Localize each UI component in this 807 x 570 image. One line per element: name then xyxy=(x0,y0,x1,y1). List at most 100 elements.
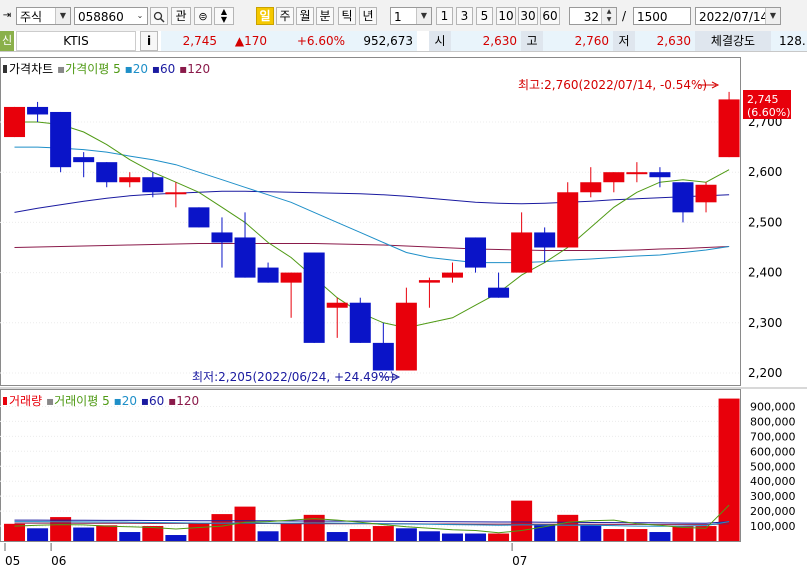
price-tick-label: 2,600 xyxy=(748,165,782,179)
toolbar: ⇥ 주식 ▼ 058860 ⌄ 관 ⊜ ▲ ▼ 일 주 월 분 틱 년 1 ▼ 1… xyxy=(0,0,807,32)
interest-button[interactable]: 관 xyxy=(171,7,191,25)
volume-bar xyxy=(280,523,302,541)
low-value: 2,630 xyxy=(635,31,695,51)
quote-bar: 신 KTIS i 2,745 ▲170 +6.60% 952,673 시 2,6… xyxy=(0,31,807,52)
volume-ma60-label[interactable]: 60 xyxy=(149,394,164,408)
arrow-down-icon: ▼ xyxy=(220,15,228,24)
price-chart-title[interactable]: 가격차트 xyxy=(9,62,53,76)
price-tick-label: 2,400 xyxy=(748,266,782,280)
price-ma120-label[interactable]: 120 xyxy=(187,62,210,76)
volume-bar xyxy=(488,533,510,541)
legend-divider: ▪ xyxy=(124,62,133,76)
stepper-button[interactable]: ▲ ▼ xyxy=(214,7,234,25)
chevron-down-icon: ▼ xyxy=(765,8,780,24)
open-value: 2,630 xyxy=(451,31,521,51)
legend-marker-icon xyxy=(3,65,7,73)
candle-body xyxy=(626,172,648,175)
legend-divider: ▪ xyxy=(57,62,66,76)
volume-bar xyxy=(326,532,348,541)
tab-tick[interactable]: 틱 xyxy=(338,7,356,25)
stock-chart[interactable]: 2,2002,3002,4002,5002,6002,700100,000200… xyxy=(0,57,807,568)
price-change-pct: +6.60% xyxy=(271,31,349,51)
candle-body xyxy=(142,177,164,193)
count-value: 32 xyxy=(583,10,599,24)
tab-year[interactable]: 년 xyxy=(359,7,377,25)
volume-bar xyxy=(188,523,210,541)
volume-ma20-label[interactable]: 20 xyxy=(122,394,137,408)
search-button[interactable] xyxy=(150,7,168,25)
volume-tick-label: 300,000 xyxy=(750,490,796,503)
price-ma60-label[interactable]: 60 xyxy=(160,62,175,76)
volume-bar xyxy=(626,529,648,541)
candle-body xyxy=(395,302,417,371)
count-separator: / xyxy=(622,9,627,23)
volume-tick-label: 700,000 xyxy=(750,430,796,443)
candle-body xyxy=(695,184,717,203)
candle-body xyxy=(672,182,694,213)
total-count-field[interactable]: 1500 xyxy=(633,7,691,25)
period-button-5[interactable]: 5 xyxy=(476,7,493,25)
candle-body xyxy=(465,237,487,268)
candle-body xyxy=(326,302,348,308)
stepper-icon: ▲ ▼ xyxy=(601,8,616,24)
period-button-10[interactable]: 10 xyxy=(496,7,516,25)
period-select[interactable]: 1 ▼ xyxy=(390,7,432,25)
candle-body xyxy=(119,177,141,183)
high-annotation: 최고:2,760(2022/07/14, -0.54%) xyxy=(518,78,707,92)
volume-ma-title[interactable]: 거래이평 xyxy=(54,394,98,408)
info-button[interactable]: i xyxy=(140,31,158,51)
count-stepper[interactable]: 32 ▲ ▼ xyxy=(569,7,617,25)
market-select[interactable]: 주식 ▼ xyxy=(16,7,71,25)
date-value: 2022/07/14 xyxy=(699,10,769,24)
x-tick-label: 06 xyxy=(51,554,66,567)
candle-body xyxy=(372,342,394,371)
stock-name: KTIS xyxy=(16,31,136,51)
search-icon xyxy=(153,11,165,23)
price-ma20-label[interactable]: 20 xyxy=(133,62,148,76)
candle-body xyxy=(257,267,279,283)
volume-chart-title[interactable]: 거래량 xyxy=(9,394,42,408)
volume-bar xyxy=(649,532,671,541)
strength-value: 128. xyxy=(771,31,807,51)
price-change: ▲170 xyxy=(221,31,271,51)
volume-bar xyxy=(165,535,187,541)
period-button-3[interactable]: 3 xyxy=(456,7,473,25)
candle-body xyxy=(349,302,371,343)
candle-body xyxy=(580,182,602,193)
high-label: 고 xyxy=(521,31,543,51)
candle-body xyxy=(211,232,233,243)
volume-bar xyxy=(672,526,694,541)
tab-minute[interactable]: 분 xyxy=(316,7,334,25)
current-price-tag-value: 2,745 xyxy=(747,93,779,106)
period-button-1[interactable]: 1 xyxy=(436,7,453,25)
price-legend: 가격차트 ▪가격이평 5 ▪20 ▪60 ▪120 xyxy=(3,60,210,77)
candle-body xyxy=(488,287,510,298)
period-button-60[interactable]: 60 xyxy=(540,7,560,25)
candle-body xyxy=(280,272,302,283)
legend-divider: ▪ xyxy=(168,394,177,408)
credit-badge: 신 xyxy=(0,31,14,51)
legend-divider: ▪ xyxy=(151,62,160,76)
volume-ma5-label[interactable]: 5 xyxy=(102,394,110,408)
volume-ma120-label[interactable]: 120 xyxy=(176,394,199,408)
price-ma-title[interactable]: 가격이평 xyxy=(65,62,109,76)
volume-bar xyxy=(73,527,95,541)
period-button-30[interactable]: 30 xyxy=(518,7,538,25)
tab-week[interactable]: 주 xyxy=(276,7,294,25)
volume-tick-label: 500,000 xyxy=(750,460,796,473)
link-button[interactable]: ⊜ xyxy=(194,7,212,25)
stock-code-input[interactable]: 058860 ⌄ xyxy=(74,7,148,25)
date-select[interactable]: 2022/07/14 ▼ xyxy=(695,7,781,25)
high-value: 2,760 xyxy=(543,31,613,51)
volume-tick-label: 900,000 xyxy=(750,400,796,413)
open-label: 시 xyxy=(429,31,451,51)
panel-toggle-icon[interactable]: ⇥ xyxy=(0,7,14,25)
chevron-down-icon: ▼ xyxy=(55,8,70,24)
tab-day[interactable]: 일 xyxy=(256,7,274,25)
volume-bar xyxy=(372,526,394,541)
candle-body xyxy=(511,232,533,273)
tab-month[interactable]: 월 xyxy=(296,7,314,25)
x-tick-label: 07 xyxy=(512,554,527,567)
price-ma5-label[interactable]: 5 xyxy=(113,62,121,76)
candle-body xyxy=(165,192,187,195)
